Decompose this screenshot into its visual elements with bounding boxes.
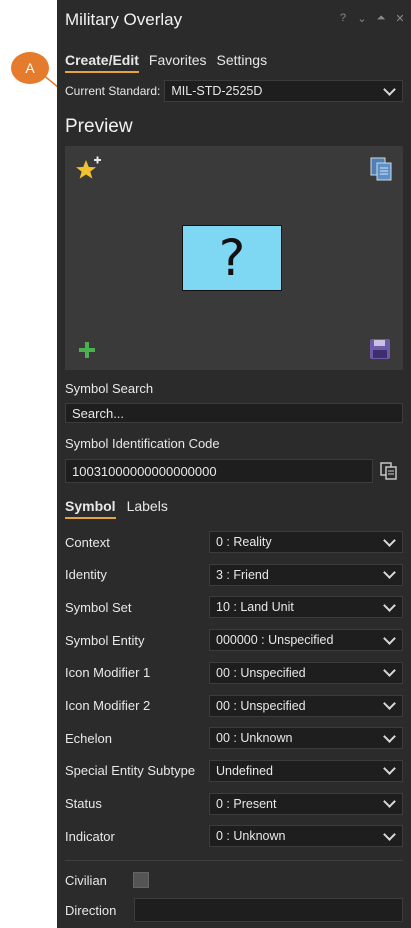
symbol-search-placeholder: Search... (72, 405, 125, 421)
tab-labels[interactable]: Labels (127, 498, 168, 519)
property-row-indicator: Indicator 0 : Unknown (65, 824, 403, 848)
military-overlay-pane: Military Overlay ? ⌄ ⏶ ✕ Create/Edit Fav… (57, 0, 411, 928)
add-icon[interactable] (77, 340, 97, 360)
main-tabs: Create/Edit Favorites Settings (65, 52, 267, 73)
sidc-field[interactable]: 10031000000000000000 (65, 459, 373, 483)
property-row-icon-modifier-1: Icon Modifier 1 00 : Unspecified (65, 661, 403, 685)
help-icon[interactable]: ? (338, 12, 348, 25)
property-label: Echelon (65, 730, 112, 746)
property-row-icon-modifier-2: Icon Modifier 2 00 : Unspecified (65, 694, 403, 718)
identity-select[interactable]: 3 : Friend (209, 563, 403, 586)
property-row-special-entity-subtype: Special Entity Subtype Undefined (65, 759, 403, 783)
civilian-label: Civilian (65, 873, 107, 888)
status-select[interactable]: 0 : Present (209, 792, 403, 815)
select-value: 000000 : Unspecified (216, 633, 334, 648)
select-value: 3 : Friend (216, 567, 269, 582)
property-label: Symbol Entity (65, 632, 145, 648)
preview-heading: Preview (65, 116, 133, 137)
symbol-set-select[interactable]: 10 : Land Unit (209, 596, 403, 619)
select-value: 00 : Unspecified (216, 665, 306, 680)
special-entity-subtype-select[interactable]: Undefined (209, 759, 403, 782)
sidc-value: 10031000000000000000 (72, 463, 217, 479)
sidc-label: Symbol Identification Code (65, 436, 220, 451)
icon-modifier-2-select[interactable]: 00 : Unspecified (209, 694, 403, 717)
preview-symbol-glyph: ? (218, 229, 246, 287)
property-row-context: Context 0 : Reality (65, 530, 403, 554)
chevron-down-icon (383, 82, 396, 96)
window-controls: ? ⌄ ⏶ ✕ (338, 12, 405, 25)
chevron-down-icon (383, 795, 396, 808)
select-value: 0 : Present (216, 796, 277, 811)
property-label: Context (65, 534, 110, 550)
direction-label: Direction (65, 903, 117, 918)
property-label: Icon Modifier 1 (65, 665, 151, 681)
civilian-checkbox[interactable] (133, 872, 149, 888)
chevron-down-icon (383, 631, 396, 645)
select-value: 0 : Unknown (216, 829, 286, 844)
property-label: Special Entity Subtype (65, 763, 196, 779)
property-row-echelon: Echelon 00 : Unknown (65, 726, 403, 750)
chevron-down-icon (383, 827, 396, 841)
current-standard-row: Current Standard: MIL-STD-2525D (65, 80, 403, 102)
tab-settings[interactable]: Settings (217, 52, 268, 73)
property-row-status: Status 0 : Present (65, 792, 403, 816)
current-standard-label: Current Standard: (65, 84, 161, 98)
direction-input[interactable] (134, 898, 403, 922)
chevron-down-icon (383, 762, 396, 776)
property-label: Symbol Set (65, 599, 132, 615)
copy-icon[interactable] (369, 156, 393, 182)
property-label: Status (65, 796, 102, 812)
property-label: Indicator (65, 828, 115, 844)
indicator-select[interactable]: 0 : Unknown (209, 825, 403, 848)
pin-icon[interactable]: ⏶ (376, 12, 386, 25)
select-value: 00 : Unknown (216, 731, 293, 746)
callout-letter: A (25, 60, 35, 76)
copy-code-icon[interactable] (379, 461, 399, 481)
current-standard-select[interactable]: MIL-STD-2525D (164, 80, 403, 102)
symbol-entity-select[interactable]: 000000 : Unspecified (209, 629, 403, 652)
tab-create-edit[interactable]: Create/Edit (65, 52, 139, 73)
icon-modifier-1-select[interactable]: 00 : Unspecified (209, 661, 403, 684)
preview-symbol: ? (182, 225, 282, 291)
property-row-identity: Identity 3 : Friend (65, 563, 403, 587)
chevron-down-icon (383, 729, 396, 743)
select-value: 10 : Land Unit (216, 600, 294, 615)
symbol-subtabs: Symbol Labels (65, 498, 168, 519)
pane-title: Military Overlay (65, 10, 183, 29)
chevron-down-icon (383, 697, 396, 710)
chevron-down-icon (383, 533, 396, 547)
property-row-symbol-entity: Symbol Entity 000000 : Unspecified (65, 628, 403, 652)
property-label: Identity (65, 567, 107, 583)
symbol-preview-area: ? (65, 146, 403, 370)
symbol-search-label: Symbol Search (65, 381, 154, 396)
tab-favorites[interactable]: Favorites (149, 52, 207, 73)
property-row-symbol-set: Symbol Set 10 : Land Unit (65, 595, 403, 619)
select-value: Undefined (216, 763, 273, 778)
symbol-search-input[interactable]: Search... (65, 403, 403, 423)
add-favorite-star-icon[interactable] (75, 156, 103, 184)
select-value: 00 : Unspecified (216, 698, 306, 713)
chevron-down-icon (383, 664, 396, 678)
chevron-down-icon (383, 566, 396, 580)
chevron-down-icon[interactable]: ⌄ (357, 12, 367, 25)
echelon-select[interactable]: 00 : Unknown (209, 727, 403, 750)
select-value: 0 : Reality (216, 535, 272, 549)
chevron-down-icon (383, 599, 396, 612)
property-label: Icon Modifier 2 (65, 698, 151, 713)
current-standard-value: MIL-STD-2525D (171, 84, 263, 98)
tab-symbol[interactable]: Symbol (65, 498, 116, 519)
context-select[interactable]: 0 : Reality (209, 531, 403, 553)
section-divider (65, 860, 403, 861)
close-icon[interactable]: ✕ (395, 12, 405, 25)
save-icon[interactable] (369, 338, 391, 360)
